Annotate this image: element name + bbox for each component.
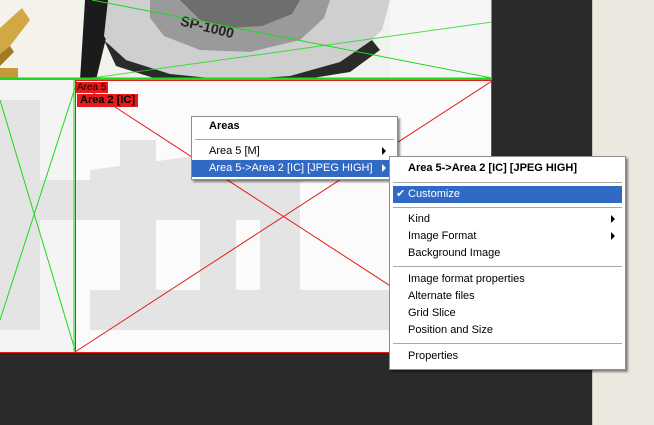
menu-item-label: Properties xyxy=(408,350,459,362)
menu-item-position-and-size[interactable]: Position and Size xyxy=(390,322,625,339)
menu-item-label: Background Image xyxy=(408,247,501,259)
menu-item-label: Image Format xyxy=(408,230,477,242)
area-tag-label: Area 2 [IC] xyxy=(77,94,139,107)
menu-item-label: Kind xyxy=(408,213,431,225)
menu-item-customize[interactable]: ✔ Customize xyxy=(393,186,622,203)
menu-item-kind[interactable]: Kind xyxy=(390,211,625,228)
top-image-area[interactable]: SP-1000 xyxy=(0,0,492,80)
menu-separator xyxy=(393,207,622,208)
checkmark-icon: ✔ xyxy=(396,188,406,200)
menu-separator xyxy=(393,266,622,267)
menu-item-label: Customize xyxy=(408,188,460,200)
areas-context-menu: Areas Area 5 [M] Area 5->Area 2 [IC] [JP… xyxy=(191,116,398,180)
submenu-arrow-icon xyxy=(611,215,615,223)
menu-item-properties[interactable]: Properties xyxy=(390,348,625,365)
area-name-label: Area 5 xyxy=(75,82,109,93)
menu-item-label: Grid Slice xyxy=(408,307,456,319)
menu-item-background-image[interactable]: Background Image xyxy=(390,245,625,262)
submenu-header: Area 5->Area 2 [IC] [JPEG HIGH] xyxy=(408,162,578,174)
menu-item-alternate-files[interactable]: Alternate files xyxy=(390,288,625,305)
menu-item-image-format-properties[interactable]: Image format properties xyxy=(390,271,625,288)
menu-separator xyxy=(393,343,622,344)
menu-item-label: Image format properties xyxy=(408,273,525,285)
menu-item-label: Alternate files xyxy=(408,290,475,302)
menu-item-image-format[interactable]: Image Format xyxy=(390,228,625,245)
menu-separator xyxy=(393,182,622,183)
menu-item-area-5-m[interactable]: Area 5 [M] xyxy=(192,143,397,160)
menu-separator xyxy=(195,139,394,140)
product-photo: SP-1000 xyxy=(0,0,492,80)
submenu-arrow-icon xyxy=(382,147,386,155)
submenu-arrow-icon xyxy=(611,232,615,240)
menu-item-label: Area 5->Area 2 [IC] [JPEG HIGH] xyxy=(209,162,373,174)
menu-item-label: Position and Size xyxy=(408,324,493,336)
menu-item-area-5-area-2[interactable]: Area 5->Area 2 [IC] [JPEG HIGH] xyxy=(192,160,397,177)
menu-item-grid-slice[interactable]: Grid Slice xyxy=(390,305,625,322)
areas-menu-header: Areas xyxy=(209,120,240,132)
menu-item-label: Area 5 [M] xyxy=(209,145,260,157)
submenu-arrow-icon xyxy=(382,164,386,172)
area-submenu: Area 5->Area 2 [IC] [JPEG HIGH] ✔ Custom… xyxy=(389,156,626,370)
